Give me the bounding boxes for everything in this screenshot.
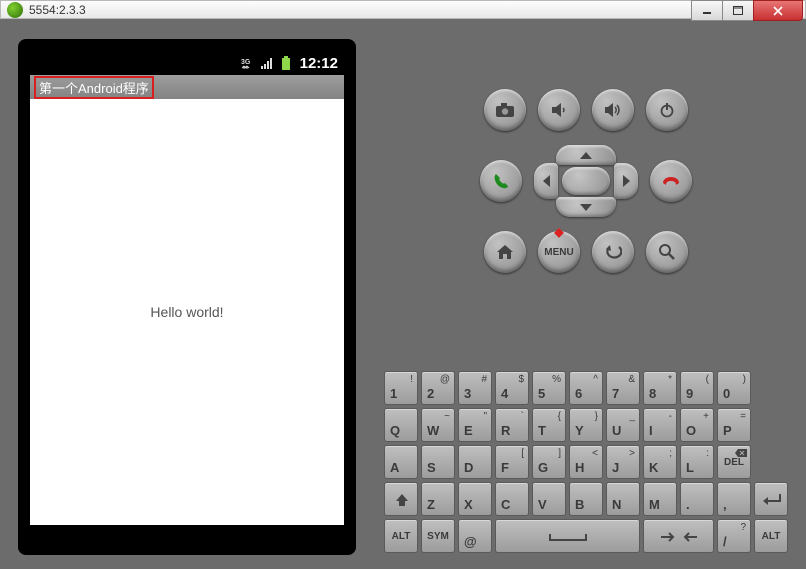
app-body: Hello world! (30, 99, 344, 525)
titlebar: 5554:2.3.3 (0, 0, 806, 19)
key-Y[interactable]: Y} (569, 408, 603, 442)
device-frame: 3G 12:12 第一个Android程序 Hello world! (18, 39, 356, 555)
key-6[interactable]: 6^ (569, 371, 603, 405)
key-F[interactable]: F[ (495, 445, 529, 479)
key-alt-right[interactable]: ALT (754, 519, 788, 553)
dpad (534, 145, 638, 217)
app-icon (7, 2, 23, 18)
svg-text:3G: 3G (241, 59, 251, 66)
key-space[interactable] (495, 519, 640, 553)
status-time: 12:12 (300, 55, 338, 72)
key-1[interactable]: 1! (384, 371, 418, 405)
keyboard: 1!2@3#4$5%6^7&8*9(0) QW~E"R`T{Y}U_I-O+P=… (384, 371, 788, 555)
key-8[interactable]: 8* (643, 371, 677, 405)
end-call-button[interactable] (650, 160, 692, 202)
key-row-4: ZXCVBNM., (384, 482, 788, 516)
call-button[interactable] (480, 160, 522, 202)
window-title: 5554:2.3.3 (29, 3, 86, 17)
key-Q[interactable]: Q (384, 408, 418, 442)
key-C[interactable]: C (495, 482, 529, 516)
key-E[interactable]: E" (458, 408, 492, 442)
power-button[interactable] (646, 89, 688, 131)
battery-icon (281, 56, 291, 70)
key-Z[interactable]: Z (421, 482, 455, 516)
status-bar: 3G 12:12 (30, 51, 344, 75)
dpad-left[interactable] (534, 163, 558, 199)
signal-icon (261, 57, 275, 69)
key-P[interactable]: P= (717, 408, 751, 442)
data-3g-icon: 3G (241, 56, 255, 70)
dpad-right[interactable] (614, 163, 638, 199)
key-enter[interactable] (754, 482, 788, 516)
key-N[interactable]: N (606, 482, 640, 516)
key-K[interactable]: K; (643, 445, 677, 479)
key-shift-left[interactable] (384, 482, 418, 516)
camera-button[interactable] (484, 89, 526, 131)
key-alt-left[interactable]: ALT (384, 519, 418, 553)
back-button[interactable] (592, 231, 634, 273)
dpad-center[interactable] (562, 167, 610, 195)
key-2[interactable]: 2@ (421, 371, 455, 405)
key-9[interactable]: 9( (680, 371, 714, 405)
key-period[interactable]: . (680, 482, 714, 516)
key-X[interactable]: X (458, 482, 492, 516)
search-button[interactable] (646, 231, 688, 273)
key-U[interactable]: U_ (606, 408, 640, 442)
key-L[interactable]: L: (680, 445, 714, 479)
key-I[interactable]: I- (643, 408, 677, 442)
volume-up-button[interactable] (592, 89, 634, 131)
key-comma[interactable]: , (717, 482, 751, 516)
dpad-down[interactable] (556, 197, 616, 217)
app-title: 第一个Android程序 (34, 76, 154, 99)
key-3[interactable]: 3# (458, 371, 492, 405)
key-R[interactable]: R` (495, 408, 529, 442)
key-J[interactable]: J> (606, 445, 640, 479)
key-row-5: ALTSYM@/?ALT (384, 519, 788, 553)
key-dpad-toggle[interactable] (643, 519, 714, 553)
key-B[interactable]: B (569, 482, 603, 516)
key-row-2: QW~E"R`T{Y}U_I-O+P= (384, 408, 788, 442)
key-S[interactable]: S (421, 445, 455, 479)
key-sym[interactable]: SYM (421, 519, 455, 553)
minimize-button[interactable] (691, 0, 723, 21)
key-5[interactable]: 5% (532, 371, 566, 405)
key-at[interactable]: @ (458, 519, 492, 553)
device-screen[interactable]: 3G 12:12 第一个Android程序 Hello world! (30, 51, 344, 525)
key-0[interactable]: 0) (717, 371, 751, 405)
key-D[interactable]: D (458, 445, 492, 479)
key-row-1: 1!2@3#4$5%6^7&8*9(0) (384, 371, 788, 405)
key-O[interactable]: O+ (680, 408, 714, 442)
close-button[interactable] (753, 0, 803, 21)
menu-label: MENU (544, 247, 573, 258)
key-4[interactable]: 4$ (495, 371, 529, 405)
key-slash[interactable]: /? (717, 519, 751, 553)
key-M[interactable]: M (643, 482, 677, 516)
key-G[interactable]: G] (532, 445, 566, 479)
dpad-up[interactable] (556, 145, 616, 165)
key-A[interactable]: A (384, 445, 418, 479)
maximize-button[interactable] (722, 0, 754, 21)
key-W[interactable]: W~ (421, 408, 455, 442)
volume-down-button[interactable] (538, 89, 580, 131)
key-del[interactable]: DEL (717, 445, 751, 479)
home-button[interactable] (484, 231, 526, 273)
key-H[interactable]: H< (569, 445, 603, 479)
menu-button[interactable]: ◆ MENU (538, 231, 580, 273)
key-T[interactable]: T{ (532, 408, 566, 442)
key-7[interactable]: 7& (606, 371, 640, 405)
hello-text: Hello world! (150, 304, 223, 320)
key-V[interactable]: V (532, 482, 566, 516)
key-row-3: ASDF[G]H<J>K;L:DEL (384, 445, 788, 479)
app-title-bar: 第一个Android程序 (30, 75, 344, 99)
